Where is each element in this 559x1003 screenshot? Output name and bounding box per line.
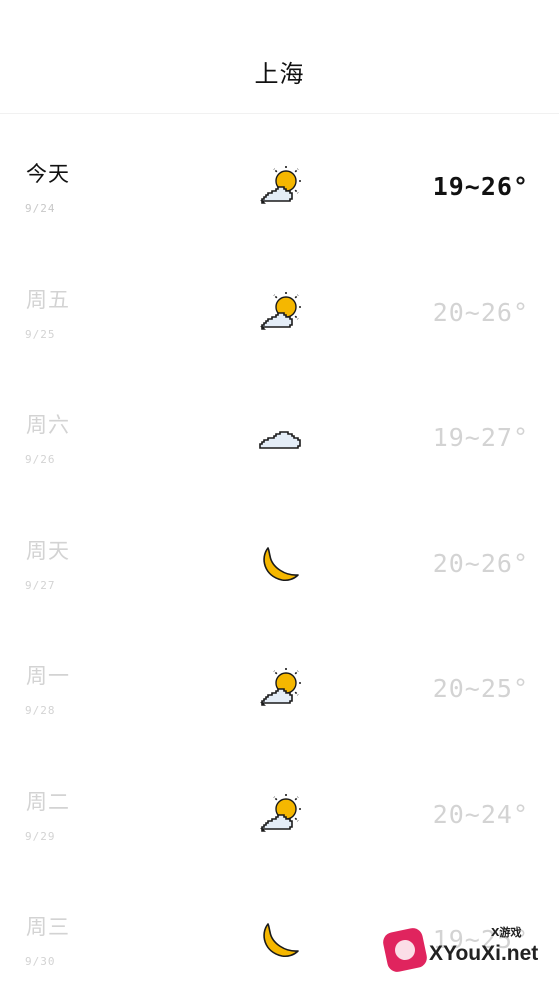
partly-cloudy-icon [256,164,303,209]
temperature-range: 20~26° [432,548,529,578]
day-name: 今天 [26,162,70,186]
day-name: 周六 [26,413,70,437]
day-date: 9/29 [25,829,56,843]
temperature-range: 19~27° [432,423,529,452]
forecast-row[interactable]: 今天 9/24 19~26° [0,125,559,250]
watermark-tag: X游戏 [491,926,522,939]
temperature-range: 20~25° [432,674,529,703]
forecast-row[interactable]: 周六 9/26 19~27° [0,376,559,501]
day-date: 9/30 [25,955,56,968]
partly-cloudy-icon [256,666,303,711]
temperature-range: 19~26° [432,172,529,201]
forecast-row[interactable]: 周天 9/27 20~26° [0,502,559,627]
city-title: 上海 [254,60,305,88]
day-date: 9/28 [25,704,56,717]
watermark: XYouXi.net X游戏 [381,926,553,986]
temperature-range: 20~26° [432,297,529,327]
header: 上海 [0,0,559,114]
day-date: 9/25 [25,327,56,341]
day-name: 周二 [26,789,70,814]
temperature-range: 20~24° [432,799,529,829]
forecast-row[interactable]: 周二 9/29 20~24° [0,753,559,878]
cloud-icon [256,416,302,460]
day-name: 周三 [26,915,70,939]
watermark-brand: XYouXi.net [429,942,539,965]
forecast-row[interactable]: 周五 9/25 20~26° [0,251,559,376]
day-name: 周一 [26,664,70,688]
gamepad-logo-icon [381,926,429,974]
moon-icon [256,918,302,962]
day-date: 9/24 [25,202,56,215]
day-name: 周五 [26,287,70,312]
forecast-row[interactable]: 周一 9/28 20~25° [0,627,559,752]
day-name: 周天 [26,538,70,563]
day-date: 9/26 [25,453,56,466]
partly-cloudy-icon [256,791,303,837]
moon-icon [256,542,302,586]
partly-cloudy-icon [256,289,303,335]
day-date: 9/27 [25,578,56,592]
